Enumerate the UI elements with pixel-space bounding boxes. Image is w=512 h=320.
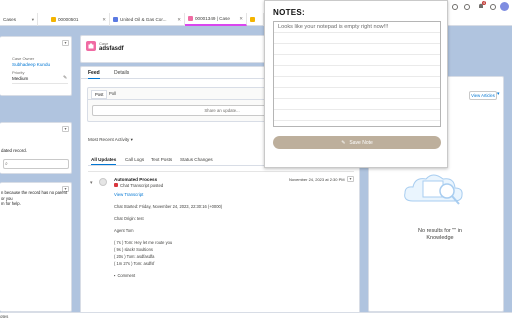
- transcript-line: ( 20s ) Tom: asdfasdfa: [114, 254, 155, 259]
- save-note-label: Save Note: [349, 139, 373, 146]
- notes-placeholder: Looks like your notepad is empty right n…: [278, 24, 389, 30]
- comment-button[interactable]: ▪ Comment: [114, 273, 135, 278]
- feed-item: ▾ Automated Process Chat Transcript post…: [88, 171, 354, 311]
- close-icon[interactable]: ✕: [102, 17, 106, 23]
- chevron-down-icon[interactable]: ▾: [62, 126, 69, 132]
- comment-label: Comment: [117, 273, 136, 278]
- post-subtitle: Chat Transcript posted: [120, 182, 164, 188]
- knowledge-empty-message: No results for "" in Knowledge: [418, 228, 462, 241]
- path-message: n because the record has no parent or yo…: [1, 190, 68, 206]
- record-status-text: dated record.: [1, 148, 27, 153]
- transcript-line: Agent Tom: [114, 228, 134, 233]
- avatar[interactable]: [500, 2, 509, 11]
- close-icon[interactable]: ✕: [239, 16, 243, 22]
- gear-icon[interactable]: [490, 4, 496, 10]
- tab-account[interactable]: United Oil & Gas Cor... ✕: [110, 13, 185, 26]
- pencil-icon[interactable]: ✎: [63, 75, 67, 81]
- search-input[interactable]: ⌕: [3, 159, 69, 169]
- priority-value: Medium: [12, 76, 29, 81]
- pencil-icon: ✎: [341, 139, 346, 146]
- close-icon[interactable]: ✕: [177, 17, 181, 23]
- transcript-line: ( 9s ) slack! Soultions: [114, 247, 153, 252]
- filter-call-logs[interactable]: Call Logs: [125, 157, 144, 162]
- related-path-card: ▾ n because the record has no parent or …: [0, 182, 72, 312]
- sort-dropdown[interactable]: Most Recent Activity ▾: [88, 137, 133, 143]
- case-highlights-card: ▾ Case Owner Subhadeep Kundu Priority Me…: [0, 36, 72, 96]
- case-owner-label: Case Owner: [12, 56, 35, 61]
- chevron-down-icon[interactable]: ▾: [32, 17, 34, 23]
- tab-label: Cases: [3, 17, 17, 22]
- question-icon[interactable]: [452, 4, 458, 10]
- tab-label: United Oil & Gas Cor...: [120, 17, 167, 22]
- transcript-line: Chat Origin: test: [114, 216, 144, 221]
- chevron-down-icon[interactable]: ▾: [497, 91, 503, 100]
- utility-notes-item[interactable]: otes: [0, 314, 8, 319]
- tab-case-00000501[interactable]: 00000501 ✕: [48, 13, 110, 26]
- tab-label: 00001349 | Case: [195, 16, 230, 21]
- save-note-button[interactable]: ✎ Save Note: [273, 136, 441, 149]
- case-owner-link[interactable]: Subhadeep Kundu: [12, 62, 50, 67]
- tab-details[interactable]: Details: [114, 70, 129, 76]
- search-icon: ⌕: [5, 161, 8, 167]
- transcript-line: ( 7s ) Tom: Hey let me route you: [114, 240, 173, 245]
- notes-textarea[interactable]: Looks like your notepad is empty right n…: [273, 21, 441, 127]
- case-icon: [250, 17, 255, 22]
- notepad-popup: NOTES: Looks like your notepad is empty …: [264, 0, 448, 168]
- post-timestamp[interactable]: November 24, 2023 at 2:30 PM: [289, 177, 345, 182]
- chevron-down-icon[interactable]: ▾: [62, 40, 69, 46]
- post-author[interactable]: Automated Process: [114, 177, 157, 182]
- utility-bar: otes: [0, 312, 512, 320]
- view-transcript-link[interactable]: View Transcript: [114, 192, 143, 197]
- divider: [12, 83, 68, 84]
- tab-label: 00000501: [58, 17, 79, 22]
- chevron-down-icon: ▾: [130, 137, 133, 142]
- tab-feed[interactable]: Feed: [88, 70, 100, 79]
- case-icon: [51, 17, 56, 22]
- chevron-down-icon[interactable]: ▾: [90, 180, 93, 186]
- tab-poll[interactable]: Poll: [109, 91, 116, 96]
- tab-case-00001349[interactable]: 00001349 | Case ✕: [185, 13, 247, 26]
- case-icon: [86, 41, 96, 51]
- setup-icon[interactable]: [464, 4, 470, 10]
- case-icon: [188, 16, 193, 21]
- filter-all-updates[interactable]: All Updates: [91, 157, 117, 165]
- transcript-line: Chat Started: Friday, November 24, 2023,…: [114, 204, 223, 209]
- notes-title: NOTES:: [273, 8, 306, 17]
- notification-badge: 4: [482, 1, 486, 5]
- empty-state-illustration: [399, 167, 475, 211]
- transcript-line: ( 1m 27s ) Tom: asdfsf: [114, 261, 155, 266]
- related-records-card: ▾ dated record. ⌕: [0, 122, 72, 174]
- transcript-icon: [114, 183, 118, 187]
- comment-icon: ▪: [114, 273, 116, 278]
- filter-text-posts[interactable]: Text Posts: [151, 157, 172, 162]
- avatar: [99, 178, 107, 186]
- chevron-down-icon[interactable]: ▾: [347, 176, 354, 182]
- filter-status-changes[interactable]: Status Changes: [180, 157, 213, 162]
- view-articles-button[interactable]: View Articles: [469, 91, 497, 100]
- tab-cases[interactable]: Cases ▾: [0, 13, 38, 26]
- tab-post[interactable]: Post: [91, 90, 108, 99]
- account-icon: [113, 17, 118, 22]
- tab-extra[interactable]: [247, 13, 264, 26]
- priority-label: Priority: [12, 70, 25, 75]
- sort-label: Most Recent Activity: [88, 137, 130, 142]
- case-name: adsfasdf: [99, 46, 124, 52]
